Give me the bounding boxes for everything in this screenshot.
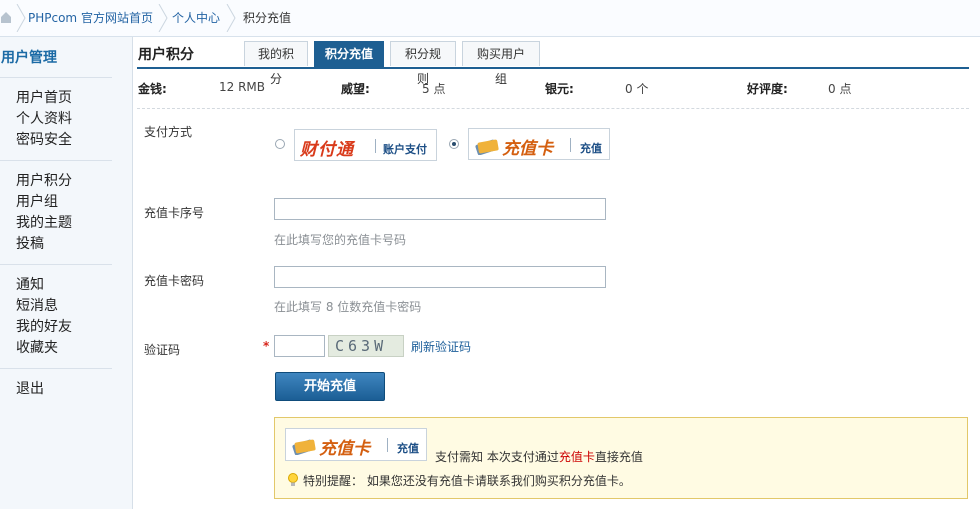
lightbulb-icon — [288, 473, 298, 486]
notice-text: 支付需知 本次支付通过充值卡直接充值 — [435, 448, 643, 465]
tab-recharge[interactable]: 积分充值 — [314, 41, 384, 68]
notice-logo-text: 充值卡 — [319, 439, 370, 459]
logo-divider — [375, 139, 376, 153]
sidebar-item-friends[interactable]: 我的好友 — [16, 317, 72, 338]
sidebar-item-submit[interactable]: 投稿 — [16, 234, 72, 255]
stat-prestige-value: 5 点 — [422, 82, 446, 96]
sidebar: 用户管理 用户首页 个人资料 密码安全 用户积分 用户组 我的主题 投稿 通知 … — [0, 37, 133, 509]
breadcrumb-user-center-link[interactable]: 个人中心 — [172, 10, 220, 26]
sidebar-item-favorites[interactable]: 收藏夹 — [16, 338, 72, 359]
tab-my-credits[interactable]: 我的积分 — [244, 41, 308, 86]
sidebar-item-credits[interactable]: 用户积分 — [16, 171, 72, 192]
sidebar-item-logout[interactable]: 退出 — [16, 379, 44, 400]
notice-text-prefix: 支付需知 本次支付通过 — [435, 450, 559, 464]
sidebar-group-exit: 退出 — [16, 379, 44, 400]
logo-divider — [570, 138, 571, 152]
payment-option-tenpay[interactable]: 财付通 账户支付 — [294, 129, 437, 161]
card-stack-icon — [292, 439, 316, 455]
tab-buy-user-group[interactable]: 购买用户组 — [462, 41, 540, 86]
breadcrumb-separator-icon — [226, 4, 236, 32]
stat-rating-label: 好评度: — [747, 82, 788, 96]
card-number-hint: 在此填写您的充值卡号码 — [274, 233, 407, 247]
stat-money-label: 金钱: — [138, 82, 167, 96]
stat-prestige-label: 威望: — [341, 82, 370, 96]
logo-divider — [387, 438, 388, 452]
card-stack-icon — [475, 139, 499, 155]
breadcrumb-separator-icon — [16, 4, 26, 32]
sidebar-divider — [0, 160, 112, 161]
sidebar-group-social: 通知 短消息 我的好友 收藏夹 — [16, 275, 72, 359]
tenpay-logo: 财付通 — [300, 140, 354, 160]
card-number-label: 充值卡序号 — [144, 206, 205, 220]
card-password-hint: 在此填写 8 位数充值卡密码 — [274, 300, 422, 314]
payment-radio-card[interactable] — [449, 139, 459, 149]
sidebar-item-notifications[interactable]: 通知 — [16, 275, 72, 296]
payment-option-card[interactable]: 充值卡 充值 — [468, 128, 610, 160]
sidebar-item-user-home[interactable]: 用户首页 — [16, 88, 72, 109]
captcha-input[interactable] — [274, 335, 325, 357]
start-recharge-button[interactable]: 开始充值 — [275, 372, 385, 401]
sidebar-group-account: 用户首页 个人资料 密码安全 — [16, 88, 72, 151]
card-caption: 充值 — [580, 142, 602, 155]
card-password-label: 充值卡密码 — [144, 274, 205, 288]
stat-rating-value: 0 点 — [828, 82, 852, 96]
captcha-label: 验证码 — [144, 343, 181, 357]
home-icon[interactable] — [0, 10, 12, 24]
tenpay-caption: 账户支付 — [383, 143, 427, 156]
section-divider — [137, 108, 969, 109]
payment-method-label: 支付方式 — [144, 125, 193, 139]
sidebar-group-content: 用户积分 用户组 我的主题 投稿 — [16, 171, 72, 255]
breadcrumb-current: 积分充值 — [243, 11, 292, 25]
stat-silver-value: 0 个 — [625, 82, 649, 96]
stat-money-value: 12 RMB — [219, 80, 266, 94]
tab-credit-rules[interactable]: 积分规则 — [390, 41, 456, 86]
sidebar-item-messages[interactable]: 短消息 — [16, 296, 72, 317]
card-password-input[interactable] — [274, 266, 606, 288]
sidebar-divider — [0, 77, 112, 78]
breadcrumb-home-link[interactable]: PHPcom 官方网站首页 — [28, 10, 153, 26]
breadcrumb-separator-icon — [158, 4, 168, 32]
card-number-input[interactable] — [274, 198, 606, 220]
notice-text-highlight: 充值卡 — [558, 450, 595, 464]
page-title: 用户积分 — [138, 47, 194, 63]
credit-stats: 金钱: 12 RMB 威望: 5 点 银元: 0 个 好评度: 0 点 — [137, 80, 969, 98]
breadcrumb: PHPcom 官方网站首页 个人中心 积分充值 — [0, 0, 980, 37]
captcha-image[interactable]: C63W — [328, 335, 404, 357]
sidebar-item-my-topics[interactable]: 我的主题 — [16, 213, 72, 234]
stat-silver-label: 银元: — [545, 82, 574, 96]
notice-text-suffix: 直接充值 — [594, 450, 643, 464]
refresh-captcha-link[interactable]: 刷新验证码 — [411, 338, 471, 355]
required-mark: * — [263, 339, 270, 353]
sidebar-divider — [0, 368, 112, 369]
notice-logo-caption: 充值 — [397, 442, 419, 455]
payment-notice: 充值卡 充值 支付需知 本次支付通过充值卡直接充值 特别提醒： 如果您还没有充值… — [274, 417, 968, 499]
sidebar-item-user-group[interactable]: 用户组 — [16, 192, 72, 213]
sidebar-item-password[interactable]: 密码安全 — [16, 130, 72, 151]
payment-radio-tenpay[interactable] — [275, 139, 285, 149]
special-reminder: 特别提醒： 如果您还没有充值卡请联系我们购买积分充值卡。 — [303, 474, 631, 488]
sidebar-title: 用户管理 — [1, 50, 57, 66]
notice-card-logo: 充值卡 充值 — [285, 428, 427, 461]
sidebar-item-profile[interactable]: 个人资料 — [16, 109, 72, 130]
tabs-underline — [137, 67, 969, 69]
sidebar-divider — [0, 264, 112, 265]
card-logo: 充值卡 — [502, 139, 553, 159]
